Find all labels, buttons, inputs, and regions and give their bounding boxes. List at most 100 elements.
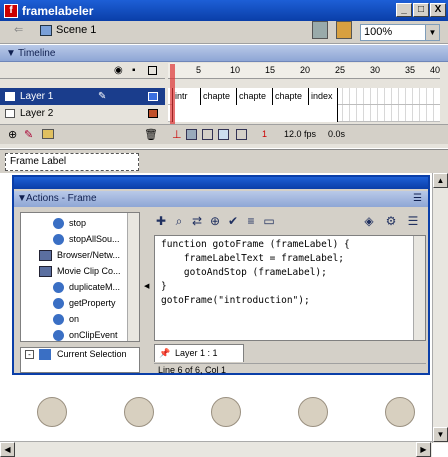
action-icon xyxy=(53,218,64,230)
script-tab[interactable]: 📌 Layer 1 : 1 xyxy=(154,344,244,362)
window-title: framelabeler xyxy=(22,3,94,18)
action-icon xyxy=(53,314,64,326)
layer-row-2[interactable]: Layer 2 xyxy=(0,105,165,122)
outline-icon[interactable] xyxy=(148,66,157,75)
scroll-down-icon[interactable]: ▼ xyxy=(433,427,448,442)
edit-scene-icon[interactable] xyxy=(312,21,328,39)
stage-button-circle[interactable] xyxy=(211,397,241,427)
layer-header: ◉ ▪ xyxy=(0,63,165,79)
actions-panel-titlebar[interactable] xyxy=(14,177,428,189)
ruler-tick: 10 xyxy=(230,65,241,75)
pencil-icon: ✎ xyxy=(98,91,107,102)
ruler-tick: 35 xyxy=(405,65,416,75)
scroll-right-icon[interactable]: ▶ xyxy=(416,442,431,457)
editor-scrollbar[interactable] xyxy=(413,236,425,340)
code-line: frameLabelText = frameLabel; xyxy=(161,253,345,264)
maximize-button[interactable]: □ xyxy=(413,3,429,17)
color-swatch xyxy=(148,92,158,101)
edit-multiple-icon[interactable] xyxy=(218,129,229,140)
toolbox-scrollbar[interactable] xyxy=(127,213,139,341)
timeline-header[interactable]: ▼ Timeline xyxy=(0,45,448,62)
toolbox-item[interactable]: duplicateM... xyxy=(21,279,139,295)
properties-bar: Frame Label xyxy=(0,149,448,173)
current-frame: 1 xyxy=(262,129,268,139)
view-options-icon[interactable]: ☰ xyxy=(406,214,420,228)
auto-format-icon[interactable]: ≡ xyxy=(244,214,258,228)
onion-skin-icon[interactable] xyxy=(186,129,197,140)
insert-target-icon[interactable]: ⊕ xyxy=(208,214,222,228)
debug-options-icon[interactable]: ⚙ xyxy=(384,214,398,228)
toolbox-item-label: stopAllSou... xyxy=(69,234,120,244)
toolbox-item[interactable]: onClipEvent xyxy=(21,327,139,343)
collapse-minus-icon[interactable]: - xyxy=(25,350,34,359)
chevron-down-icon: ▼ xyxy=(425,25,439,40)
frame-label: chapte xyxy=(236,88,272,105)
toolbox-item[interactable]: stopAllSou... xyxy=(21,231,139,247)
zoom-value: 100% xyxy=(364,26,393,38)
stage-button-circle[interactable] xyxy=(385,397,415,427)
frame-ruler[interactable]: 5 10 15 20 25 30 35 40 xyxy=(168,63,440,79)
frame-label: index xyxy=(308,88,338,105)
script-editor[interactable]: function gotoFrame (frameLabel) { frameL… xyxy=(154,235,426,341)
panel-menu-icon[interactable]: ☰ xyxy=(413,191,422,207)
stage-horizontal-scrollbar[interactable]: ◀ ▶ xyxy=(0,441,432,457)
scene-breadcrumb[interactable]: Scene 1 xyxy=(40,21,96,39)
onion-outline-icon[interactable] xyxy=(202,129,213,140)
scene-icon xyxy=(40,24,52,36)
actions-panel: ▼ Actions - Frame ☰ stop stopAllSou... B… xyxy=(12,175,430,375)
toolbox-item[interactable]: stop xyxy=(21,215,139,231)
find-icon[interactable]: ⌕ xyxy=(172,214,186,228)
stage-button-circle[interactable] xyxy=(124,397,154,427)
action-icon xyxy=(53,298,64,310)
eye-icon[interactable]: ◉ xyxy=(114,65,123,76)
code-line: } xyxy=(161,281,167,292)
action-icon xyxy=(53,234,64,246)
close-button[interactable]: X xyxy=(430,3,446,17)
lock-icon[interactable]: ▪ xyxy=(132,65,136,76)
stage-button-circle[interactable] xyxy=(298,397,328,427)
actions-panel-title: Actions - Frame xyxy=(26,193,97,204)
add-folder-icon[interactable] xyxy=(42,129,54,139)
back-arrow-icon[interactable]: ⇐ xyxy=(14,21,23,39)
toolbox-item[interactable]: Browser/Netw... xyxy=(21,247,139,263)
stage-vertical-scrollbar[interactable]: ▲ ▼ xyxy=(432,173,448,443)
trash-icon[interactable]: 🗑 xyxy=(144,128,158,141)
code-hint-icon[interactable]: ▭ xyxy=(262,214,276,228)
layer-1-frames[interactable]: intr chapte chapte chapte index xyxy=(168,88,440,105)
timeline-footer: ⊕ ✎ 🗑 ⊥ 1 12.0 fps 0.0s xyxy=(0,124,448,144)
edit-symbol-icon[interactable] xyxy=(336,21,352,39)
onion-markers-icon[interactable] xyxy=(236,129,247,140)
script-toolbar: ✚ ⌕ ⇄ ⊕ ✔ ≡ ▭ ◈ ⚙ ☰ xyxy=(154,212,424,232)
center-frame-icon[interactable]: ⊥ xyxy=(172,128,182,141)
layer-2-frames[interactable] xyxy=(168,105,440,122)
actions-panel-header[interactable]: ▼ Actions - Frame ☰ xyxy=(14,191,428,207)
action-icon xyxy=(53,282,64,294)
add-layer-icon[interactable]: ⊕ xyxy=(8,128,17,141)
minimize-button[interactable]: _ xyxy=(396,3,412,17)
add-guide-icon[interactable]: ✎ xyxy=(24,128,33,141)
toolbox-item[interactable]: on xyxy=(21,311,139,327)
add-item-icon[interactable]: ✚ xyxy=(154,214,168,228)
zoom-select[interactable]: 100% ▼ xyxy=(360,24,440,41)
ruler-tick: 5 xyxy=(196,65,202,75)
script-tab-label: Layer 1 : 1 xyxy=(175,348,218,358)
scroll-left-icon[interactable]: ◀ xyxy=(0,442,15,457)
keyframe-span xyxy=(172,105,338,122)
reference-icon[interactable]: ◈ xyxy=(362,214,376,228)
flash-app-icon: f xyxy=(4,3,18,18)
collapse-triangle-icon: ▼ xyxy=(6,48,16,59)
book-icon xyxy=(39,266,52,278)
title-bar: f framelabeler _ □ X xyxy=(0,0,448,21)
check-syntax-icon[interactable]: ✔ xyxy=(226,214,240,228)
pin-icon[interactable]: 📌 xyxy=(159,345,170,362)
toolbox-item[interactable]: getProperty xyxy=(21,295,139,311)
frame-label-field[interactable]: Frame Label xyxy=(5,153,139,171)
stage-button-circle[interactable] xyxy=(37,397,67,427)
scroll-up-icon[interactable]: ▲ xyxy=(433,173,448,188)
toolbox-item[interactable]: Movie Clip Co... xyxy=(21,263,139,279)
color-swatch xyxy=(148,109,158,118)
current-selection-label: Current Selection xyxy=(57,349,127,359)
layer-row-1[interactable]: Layer 1 ✎ xyxy=(0,88,165,105)
replace-icon[interactable]: ⇄ xyxy=(190,214,204,228)
panel-divider-arrow-icon[interactable]: ◀ xyxy=(144,277,150,297)
